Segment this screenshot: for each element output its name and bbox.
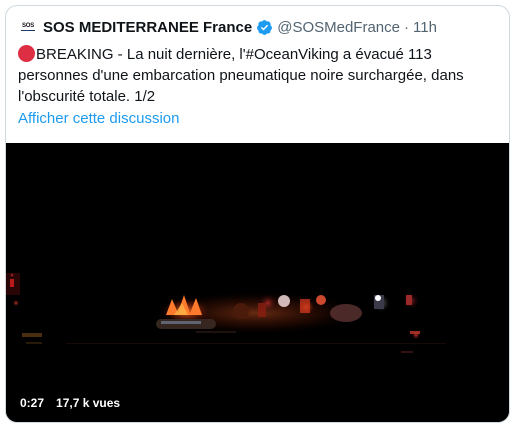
tweet-header: SOS SOS MEDITERRANEE France @SOSMedFranc…: [18, 16, 497, 38]
video-player[interactable]: 0:27 17,7 k vues: [6, 143, 509, 422]
verified-badge-icon: [256, 19, 273, 36]
video-frame: [6, 143, 509, 422]
tweet-card[interactable]: SOS SOS MEDITERRANEE France @SOSMedFranc…: [5, 5, 510, 423]
tweet-text-content: BREAKING - La nuit dernière, l'#OceanVik…: [18, 46, 464, 105]
red-circle-icon: [18, 45, 35, 62]
author-handle[interactable]: @SOSMedFrance: [277, 19, 400, 36]
video-overlay: 0:27 17,7 k vues: [20, 396, 120, 410]
avatar-logo: SOS: [21, 23, 35, 29]
video-view-count: 17,7 k vues: [56, 396, 121, 410]
tweet-timestamp[interactable]: 11h: [413, 19, 437, 36]
tweet-text: BREAKING - La nuit dernière, l'#OceanVik…: [18, 44, 488, 107]
video-duration: 0:27: [20, 396, 45, 410]
author-name[interactable]: SOS MEDITERRANEE France: [43, 19, 252, 36]
show-thread-link[interactable]: Afficher cette discussion: [18, 110, 179, 127]
avatar[interactable]: SOS: [18, 17, 38, 37]
header-separator: ·: [404, 18, 409, 36]
